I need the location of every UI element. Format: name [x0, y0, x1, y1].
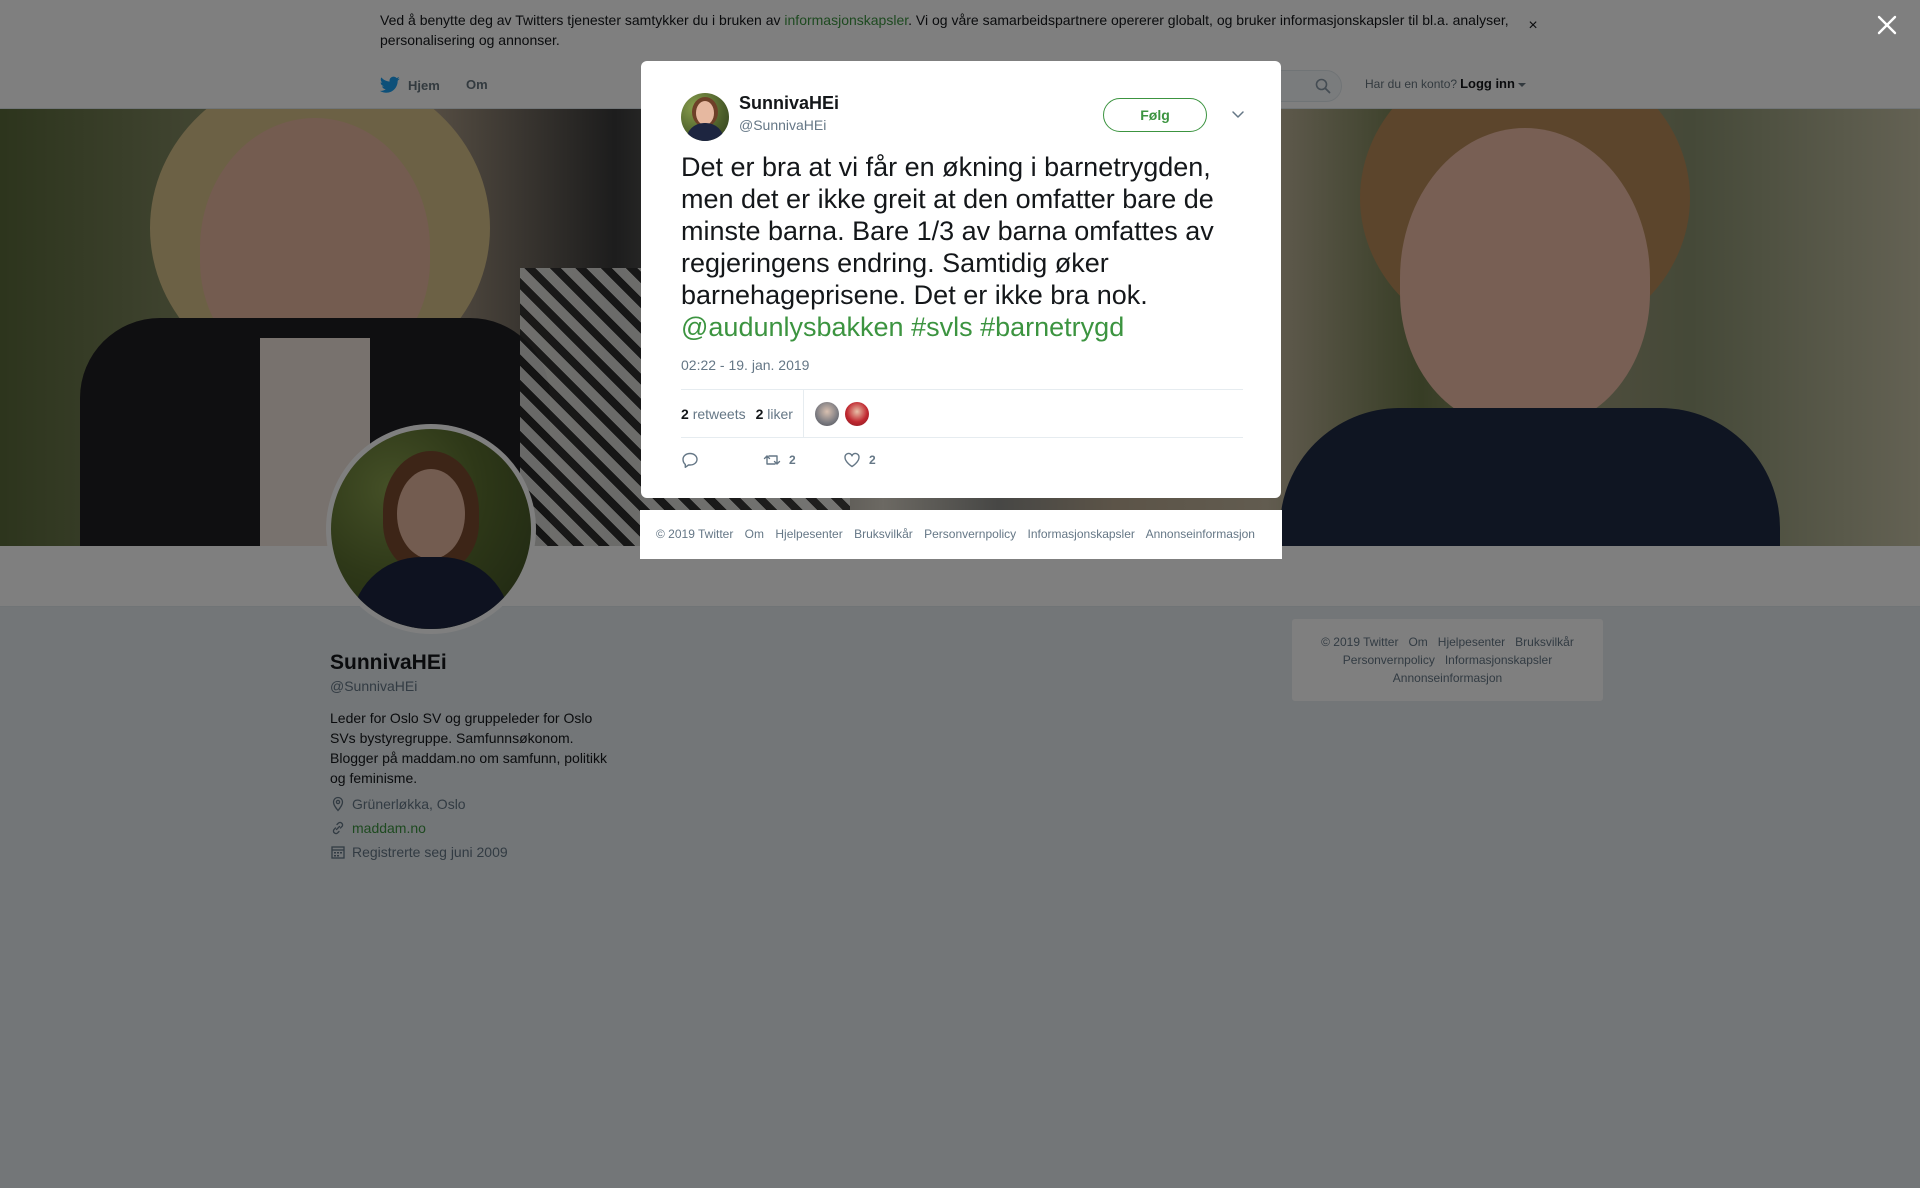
tweet-timestamp[interactable]: 02:22 - 19. jan. 2019	[681, 357, 809, 373]
likers-avatars	[815, 402, 869, 426]
like-count: 2	[869, 453, 876, 467]
tweet-body: Det er bra at vi får en økning i barnetr…	[681, 152, 1214, 310]
retweets-stat[interactable]: 2 retweets	[681, 406, 746, 422]
likes-label: liker	[767, 405, 793, 422]
tweet-stats: 2 retweets 2 liker	[681, 389, 1243, 438]
reply-button[interactable]	[681, 451, 699, 469]
footer-help-link[interactable]: Hjelpesenter	[775, 527, 842, 541]
close-icon[interactable]	[1874, 12, 1900, 38]
footer-about-link[interactable]: Om	[745, 527, 764, 541]
retweets-label: retweets	[692, 405, 746, 422]
tweet-hashtag[interactable]: #svls	[911, 312, 973, 342]
footer-cookies-link[interactable]: Informasjonskapsler	[1028, 527, 1135, 541]
tweet-stat-counts: 2 retweets 2 liker	[681, 390, 804, 437]
liker-avatar[interactable]	[815, 402, 839, 426]
avatar-shape	[696, 101, 714, 125]
tweet-hashtag[interactable]: #barnetrygd	[980, 312, 1124, 342]
like-button[interactable]: 2	[843, 451, 876, 469]
tweet-text: Det er bra at vi får en økning i barnetr…	[681, 151, 1251, 343]
likes-count: 2	[755, 405, 764, 422]
follow-button[interactable]: Følg	[1103, 98, 1207, 132]
tweet-actions: 2 2	[681, 451, 1243, 473]
retweet-button[interactable]: 2	[763, 451, 796, 469]
footer-ads-link[interactable]: Annonseinformasjon	[1146, 527, 1255, 541]
footer-privacy-link[interactable]: Personvernpolicy	[924, 527, 1016, 541]
footer-terms-link[interactable]: Bruksvilkår	[854, 527, 913, 541]
tweet-author-handle[interactable]: @SunnivaHEi	[739, 117, 826, 133]
retweets-count: 2	[681, 405, 689, 422]
retweet-icon	[763, 455, 781, 465]
tweet-avatar[interactable]	[681, 93, 729, 141]
tweet-modal: SunnivaHEi @SunnivaHEi Følg Det er bra a…	[641, 61, 1281, 498]
retweet-count: 2	[789, 453, 796, 467]
footer-copyright: © 2019 Twitter	[656, 527, 734, 541]
tweet-author-name[interactable]: SunnivaHEi	[739, 93, 839, 114]
modal-footer: © 2019 Twitter Om Hjelpesenter Bruksvilk…	[640, 510, 1282, 559]
heart-icon	[844, 452, 860, 468]
avatar-shape	[686, 123, 724, 141]
likes-stat[interactable]: 2 liker	[756, 406, 793, 422]
tweet-mention[interactable]: @audunlysbakken	[681, 312, 904, 342]
reply-icon	[682, 452, 698, 468]
liker-avatar[interactable]	[845, 402, 869, 426]
chevron-down-icon[interactable]	[1231, 107, 1245, 121]
